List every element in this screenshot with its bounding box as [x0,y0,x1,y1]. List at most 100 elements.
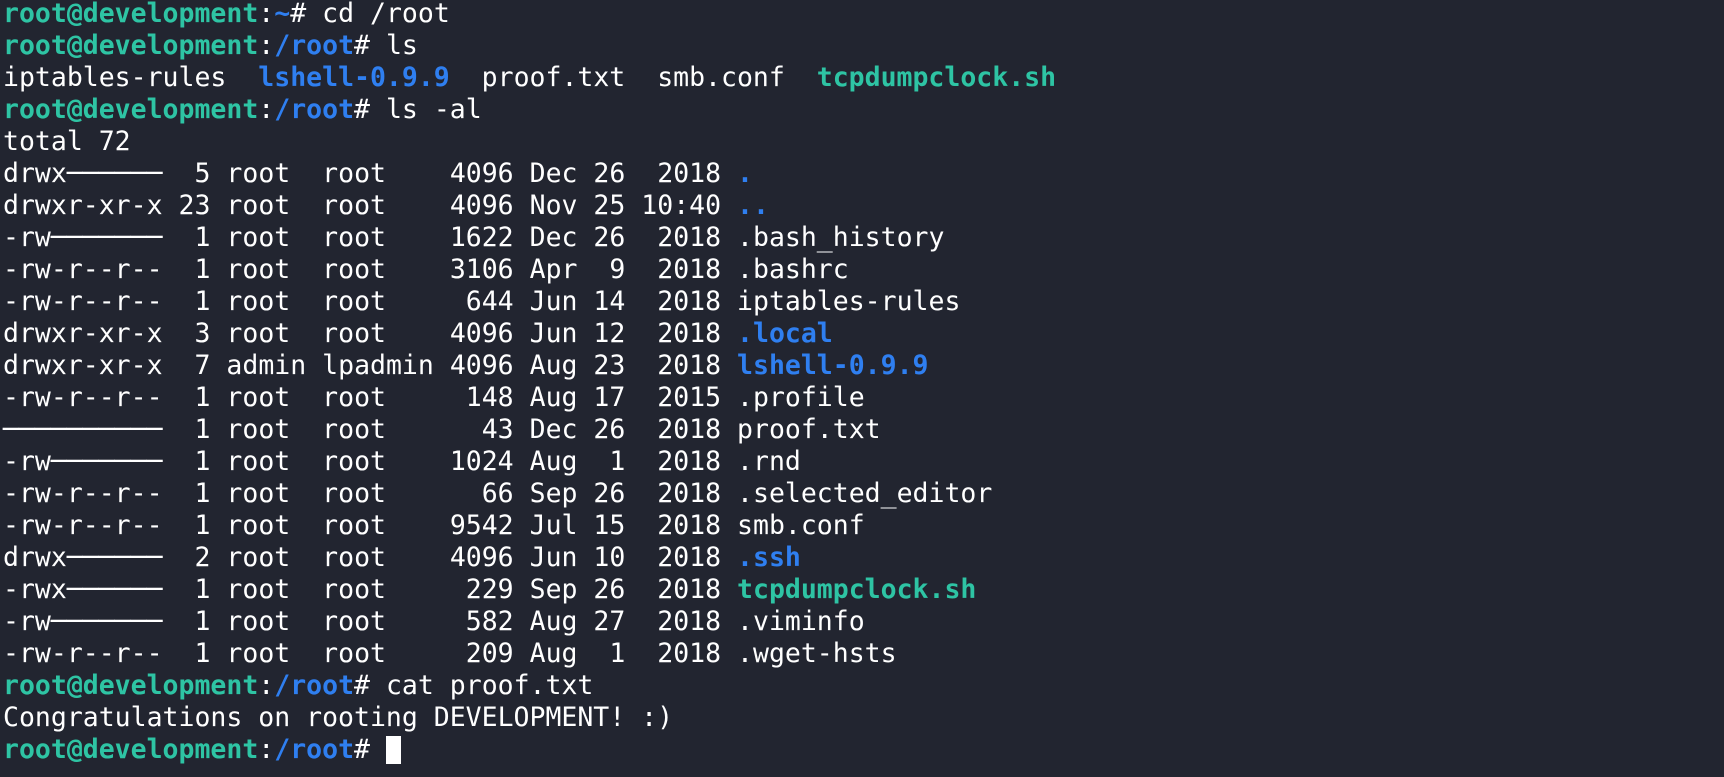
file-name: .local [737,318,833,349]
file-links: 1 [178,446,211,477]
file-name: .wget-hsts [737,638,897,669]
file-links: 1 [178,286,211,317]
file-permissions: drwx────── [3,158,163,189]
file-group: root [322,318,434,349]
file-group: root [322,190,434,221]
prompt-separator: : [258,0,275,29]
file-group: root [322,478,434,509]
file-group: root [322,382,434,413]
file-size: 644 [449,286,514,317]
ls-long-row: drwx────── 5 root root 4096 Dec 26 2018 … [3,158,1718,190]
file-permissions: ────────── [3,414,163,445]
file-group: root [322,606,434,637]
file-size: 66 [449,478,514,509]
file-size: 229 [449,574,514,605]
file-links: 2 [178,542,211,573]
file-permissions: drwx────── [3,542,163,573]
file-owner: root [226,222,307,253]
file-permissions: -rw─────── [3,222,163,253]
file-permissions: drwxr-xr-x [3,350,163,381]
file-owner: root [226,190,307,221]
file-date: Aug 23 2018 [529,350,722,381]
file-date: Aug 1 2018 [529,638,722,669]
prompt-separator: : [258,30,275,61]
file-date: Jun 14 2018 [529,286,722,317]
prompt-host: root@development [3,30,259,61]
prompt-host: root@development [3,734,259,765]
file-size: 9542 [449,510,514,541]
file-owner: root [226,574,307,605]
command-text: ls [385,30,418,61]
file-permissions: -rw-r--r-- [3,286,163,317]
prompt-path: /root [274,94,355,125]
file-name: smb.conf [737,510,865,541]
ls-item: proof.txt [481,62,626,93]
file-name: proof.txt [737,414,881,445]
file-date: Dec 26 2018 [529,222,722,253]
file-owner: root [226,606,307,637]
ls-long-row: -rw-r--r-- 1 root root 209 Aug 1 2018 .w… [3,638,1718,670]
file-links: 1 [178,254,211,285]
ls-output: iptables-rules lshell-0.9.9 proof.txt sm… [3,62,1718,94]
file-group: root [322,414,434,445]
file-date: Sep 26 2018 [529,574,722,605]
file-group: root [322,222,434,253]
prompt-host: root@development [3,0,259,29]
file-owner: root [226,382,307,413]
file-name: .rnd [737,446,801,477]
file-links: 1 [178,382,211,413]
file-owner: root [226,254,307,285]
prompt-host: root@development [3,94,259,125]
file-group: root [322,254,434,285]
active-prompt-line[interactable]: root@development:/root# [3,734,1718,766]
prompt-path: /root [274,670,355,701]
prompt-host: root@development [3,670,259,701]
ls-long-row: drwxr-xr-x 3 root root 4096 Jun 12 2018 … [3,318,1718,350]
file-size: 148 [449,382,514,413]
file-date: Apr 9 2018 [529,254,722,285]
file-date: Jun 12 2018 [529,318,722,349]
terminal-window[interactable]: { "prompt": { "host": "root@development"… [0,0,1724,777]
file-owner: root [226,446,307,477]
file-group: root [322,542,434,573]
prompt-separator: : [258,734,275,765]
file-name: lshell-0.9.9 [737,350,929,381]
prompt-symbol: # [354,30,370,61]
file-name: .bashrc [737,254,849,285]
file-owner: root [226,638,307,669]
file-group: root [322,510,434,541]
file-group: root [322,574,434,605]
file-permissions: -rw─────── [3,606,163,637]
command-line: root@development:~# cd /root [3,0,1718,30]
file-name: .viminfo [737,606,865,637]
file-date: Nov 25 10:40 [529,190,722,221]
file-size: 1024 [449,446,514,477]
file-permissions: -rw-r--r-- [3,478,163,509]
ls-long-row: drwxr-xr-x 7 admin lpadmin 4096 Aug 23 2… [3,350,1718,382]
file-permissions: -rw─────── [3,446,163,477]
prompt-path: /root [274,734,355,765]
file-links: 1 [178,606,211,637]
file-name: .. [737,190,769,221]
file-group: lpadmin [322,350,434,381]
file-owner: root [226,318,307,349]
file-links: 7 [178,350,211,381]
file-permissions: -rw-r--r-- [3,254,163,285]
ls-long-row: -rw-r--r-- 1 root root 9542 Jul 15 2018 … [3,510,1718,542]
ls-item: smb.conf [657,62,785,93]
ls-long-row: -rw-r--r-- 1 root root 148 Aug 17 2015 .… [3,382,1718,414]
prompt-symbol: # [354,670,370,701]
command-line: root@development:/root# ls -al [3,94,1718,126]
file-permissions: -rw-r--r-- [3,382,163,413]
ls-item: iptables-rules [3,62,227,93]
prompt-symbol: # [354,94,370,125]
file-size: 209 [449,638,514,669]
file-date: Dec 26 2018 [529,414,722,445]
ls-long-row: -rw─────── 1 root root 1622 Dec 26 2018 … [3,222,1718,254]
file-links: 1 [178,222,211,253]
ls-long-row: ────────── 1 root root 43 Dec 26 2018 pr… [3,414,1718,446]
file-links: 5 [178,158,211,189]
file-permissions: drwxr-xr-x [3,190,163,221]
file-owner: root [226,542,307,573]
file-owner: root [226,510,307,541]
